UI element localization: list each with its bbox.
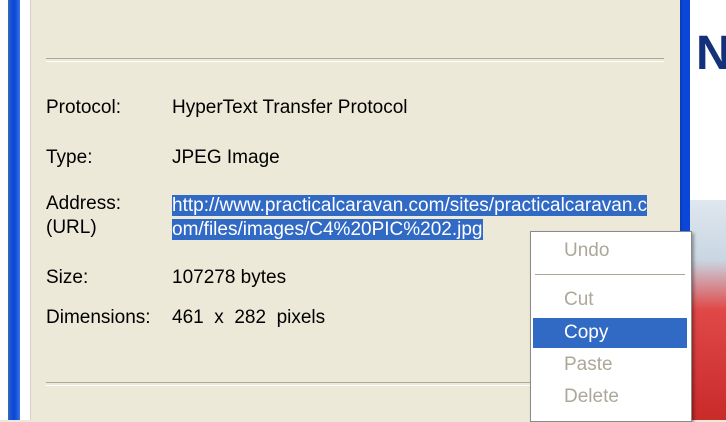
menu-separator — [535, 274, 685, 275]
type-label: Type: — [46, 147, 93, 168]
dimensions-label: Dimensions: — [46, 307, 151, 328]
address-label: Address: — [46, 193, 121, 214]
background-page-heading: Ne — [696, 26, 726, 82]
menu-item-delete[interactable]: Delete — [533, 382, 687, 412]
menu-item-undo[interactable]: Undo — [533, 236, 687, 266]
size-value: 107278 bytes — [172, 267, 287, 288]
separator-top — [46, 58, 664, 62]
menu-item-paste[interactable]: Paste — [533, 350, 687, 380]
protocol-label: Protocol: — [46, 97, 121, 118]
dimensions-value: 461 x 282 pixels — [172, 307, 326, 328]
context-menu[interactable]: Undo Cut Copy Paste Delete — [530, 231, 692, 422]
size-label: Size: — [46, 267, 89, 288]
url-label: (URL) — [46, 217, 97, 238]
menu-item-copy[interactable]: Copy — [533, 318, 687, 348]
menu-item-cut[interactable]: Cut — [533, 285, 687, 315]
type-value: JPEG Image — [172, 147, 280, 168]
protocol-value: HyperText Transfer Protocol — [172, 97, 408, 118]
window-border-left — [0, 0, 30, 420]
